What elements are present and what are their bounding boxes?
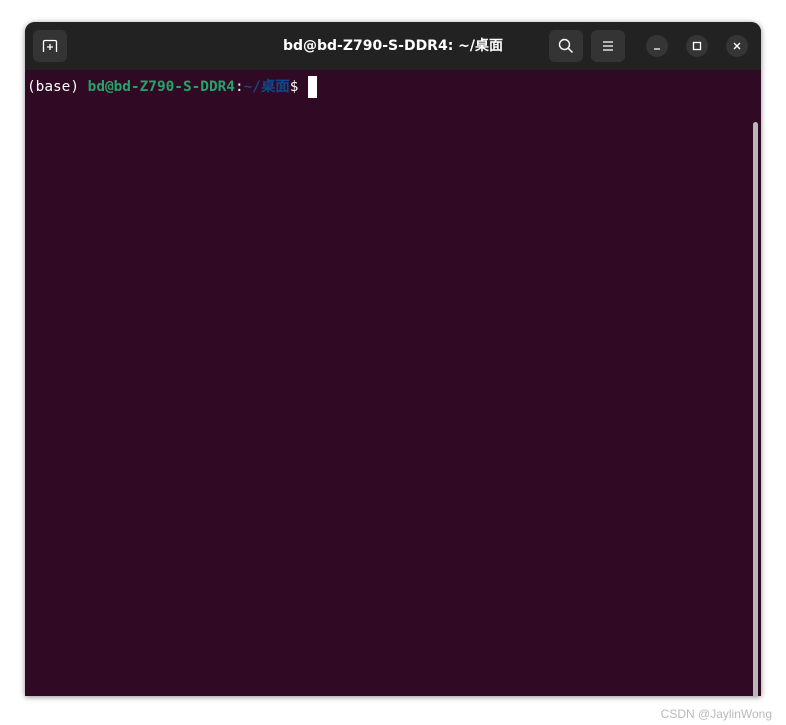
conda-env-label: (base) bbox=[27, 79, 79, 95]
search-icon bbox=[558, 38, 574, 54]
close-button[interactable] bbox=[726, 35, 748, 57]
terminal-window: bd@bd-Z790-S-DDR4: ~/桌面 (base) bd@bd-Z79… bbox=[25, 22, 761, 696]
scrollbar[interactable] bbox=[753, 122, 758, 696]
watermark: CSDN @JaylinWong bbox=[660, 707, 772, 721]
minimize-button[interactable] bbox=[646, 35, 668, 57]
close-icon bbox=[733, 42, 741, 50]
prompt-dollar: $ bbox=[289, 79, 299, 95]
user-host: bd@bd-Z790-S-DDR4 bbox=[87, 79, 235, 95]
minimize-icon bbox=[654, 48, 660, 50]
terminal-area[interactable]: (base) bd@bd-Z790-S-DDR4:~/桌面$ bbox=[25, 70, 761, 696]
current-path: ~/桌面 bbox=[243, 79, 290, 95]
text-cursor bbox=[308, 76, 318, 98]
hamburger-menu-icon bbox=[603, 41, 613, 51]
maximize-icon bbox=[692, 41, 702, 51]
prompt-line: (base) bd@bd-Z790-S-DDR4:~/桌面$ bbox=[27, 76, 318, 98]
title-bar[interactable]: bd@bd-Z790-S-DDR4: ~/桌面 bbox=[25, 22, 761, 70]
search-button[interactable] bbox=[549, 30, 583, 62]
prompt-colon: : bbox=[234, 79, 244, 95]
maximize-button[interactable] bbox=[686, 35, 708, 57]
new-tab-icon bbox=[42, 39, 58, 52]
new-tab-button[interactable] bbox=[33, 30, 67, 62]
menu-button[interactable] bbox=[591, 30, 625, 62]
